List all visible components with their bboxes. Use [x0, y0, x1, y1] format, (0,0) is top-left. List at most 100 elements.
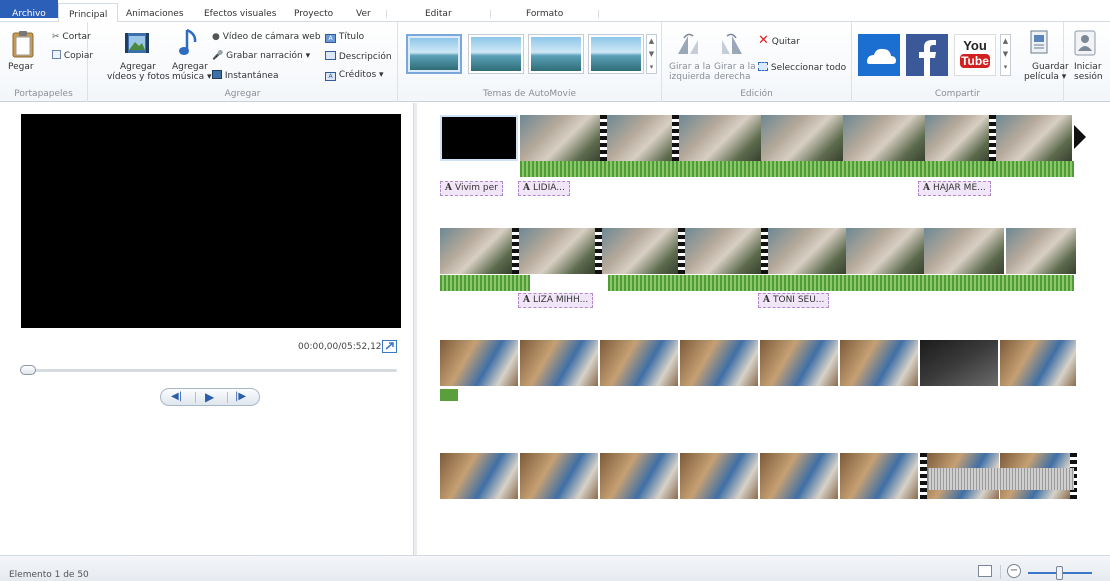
clip-thumbnail[interactable] — [843, 115, 925, 161]
save-movie-label-2[interactable]: película ▾ — [1024, 72, 1066, 82]
clip-thumbnail[interactable] — [679, 115, 761, 161]
record-narration-button[interactable]: 🎤 Grabar narración ▾ — [212, 51, 310, 61]
clip-thumbnail[interactable] — [1000, 340, 1076, 386]
automovie-theme-4[interactable] — [588, 34, 644, 74]
clip-thumbnail[interactable] — [925, 115, 991, 161]
clip-thumbnail[interactable] — [840, 340, 918, 386]
audio-track[interactable] — [440, 389, 458, 401]
tab-animations[interactable]: Animaciones — [126, 9, 184, 19]
clip-thumbnail[interactable] — [840, 453, 918, 499]
clip-thumbnail[interactable] — [600, 453, 678, 499]
clip-thumbnail[interactable] — [761, 115, 843, 161]
clip-thumbnail[interactable] — [600, 340, 678, 386]
caption-clip[interactable]: A LIZA MIHH... — [518, 293, 594, 308]
pane-splitter[interactable] — [413, 103, 417, 555]
tab-home[interactable]: Principal — [58, 3, 119, 23]
chevron-down-icon[interactable]: ▼ — [1001, 48, 1010, 61]
select-all-button[interactable]: Seleccionar todo — [758, 62, 846, 73]
facebook-icon[interactable] — [906, 34, 948, 76]
zoom-out-icon[interactable]: − — [1007, 564, 1021, 578]
tab-edit[interactable]: Editar — [425, 9, 452, 19]
clip-thumbnail[interactable] — [440, 115, 518, 161]
copy-button[interactable]: Copiar — [52, 50, 93, 61]
remove-button[interactable]: ✕ Quitar — [758, 34, 800, 47]
credits-button[interactable]: A Créditos ▾ — [325, 70, 384, 81]
gallery-scroll[interactable]: ▲ ▼ ▾ — [646, 34, 657, 74]
sign-in-label-1[interactable]: Iniciar — [1074, 62, 1102, 72]
tab-format[interactable]: Formato — [526, 9, 563, 19]
add-videos-photos-label-1[interactable]: Agregar — [120, 62, 156, 72]
snapshot-button[interactable]: Instantánea — [212, 70, 278, 81]
tab-project[interactable]: Proyecto — [294, 9, 333, 19]
previous-frame-icon[interactable]: ◀| — [171, 391, 182, 402]
gallery-expand-icon[interactable]: ▾ — [647, 61, 656, 74]
chevron-up-icon[interactable]: ▲ — [1001, 35, 1010, 48]
play-icon[interactable]: ▶ — [205, 390, 214, 404]
clip-thumbnail[interactable] — [685, 228, 761, 274]
cut-button[interactable]: ✂ Cortar — [52, 32, 91, 42]
rotate-left-label-2[interactable]: izquierda — [669, 72, 710, 82]
paste-icon[interactable] — [12, 30, 34, 61]
automovie-theme-3[interactable] — [528, 34, 584, 74]
automovie-theme-2[interactable] — [468, 34, 524, 74]
clip-thumbnail[interactable] — [760, 453, 838, 499]
music-note-icon[interactable] — [178, 28, 200, 61]
clip-thumbnail[interactable] — [520, 340, 598, 386]
caption-button[interactable]: Descripción — [325, 51, 392, 62]
caption-clip[interactable]: A HAJAR ME... — [918, 181, 991, 196]
chevron-up-icon[interactable]: ▲ — [647, 35, 656, 48]
title-button[interactable]: A Título — [325, 32, 364, 43]
clip-thumbnail[interactable] — [602, 228, 678, 274]
video-preview[interactable] — [21, 114, 401, 328]
clip-thumbnail[interactable] — [680, 453, 758, 499]
rotate-left-label-1[interactable]: Girar a la — [669, 62, 711, 72]
zoom-slider-thumb[interactable] — [1056, 566, 1063, 580]
clip-thumbnail[interactable] — [760, 340, 838, 386]
clip-thumbnail[interactable] — [520, 453, 598, 499]
tab-file[interactable]: Archivo — [0, 0, 58, 19]
tab-view[interactable]: Ver — [356, 9, 371, 19]
tab-visual-effects[interactable]: Efectos visuales — [204, 9, 276, 19]
caption-clip[interactable]: A Vivim per — [440, 181, 503, 196]
chevron-down-icon[interactable]: ▼ — [647, 48, 656, 61]
seek-bar[interactable] — [22, 369, 397, 372]
share-gallery-scroll[interactable]: ▲ ▼ ▾ — [1000, 34, 1011, 76]
webcam-video-button[interactable]: ● Vídeo de cámara web — [212, 32, 321, 42]
youtube-icon[interactable]: You Tube — [954, 34, 996, 76]
fullscreen-button[interactable] — [382, 340, 397, 353]
clip-thumbnail[interactable] — [440, 228, 512, 274]
user-icon[interactable] — [1074, 30, 1096, 59]
add-music-label-1[interactable]: Agregar — [172, 62, 208, 72]
rotate-right-icon[interactable] — [720, 32, 744, 59]
rotate-right-label-2[interactable]: derecha — [714, 72, 750, 82]
caption-clip[interactable]: A LIDIA... — [518, 181, 570, 196]
clip-thumbnail[interactable] — [1006, 228, 1076, 274]
clip-thumbnail[interactable] — [924, 228, 1004, 274]
storyboard-view-icon[interactable] — [978, 565, 992, 577]
add-videos-photos-label-2[interactable]: vídeos y fotos — [107, 72, 170, 82]
clip-thumbnail[interactable] — [519, 228, 595, 274]
rotate-left-icon[interactable] — [676, 32, 700, 59]
seek-thumb[interactable] — [20, 365, 36, 375]
clip-thumbnail[interactable] — [680, 340, 758, 386]
rotate-right-label-1[interactable]: Girar a la — [714, 62, 756, 72]
add-music-label-2[interactable]: música ▾ — [172, 72, 212, 82]
clip-thumbnail[interactable] — [768, 228, 846, 274]
save-movie-icon[interactable] — [1028, 30, 1050, 59]
gallery-expand-icon[interactable]: ▾ — [1001, 61, 1010, 74]
clip-thumbnail[interactable] — [996, 115, 1072, 161]
clip-thumbnail[interactable] — [520, 115, 602, 161]
caption-clip[interactable]: A TONI SEU... — [758, 293, 830, 308]
film-add-icon[interactable] — [124, 30, 150, 59]
audio-track[interactable] — [440, 275, 530, 291]
paste-button[interactable]: Pegar — [8, 62, 34, 72]
clip-thumbnail[interactable] — [846, 228, 924, 274]
clip-thumbnail[interactable] — [920, 340, 998, 386]
onedrive-icon[interactable] — [858, 34, 900, 76]
sign-in-label-2[interactable]: sesión — [1074, 72, 1103, 82]
audio-track[interactable] — [608, 275, 1074, 291]
clip-thumbnail[interactable] — [440, 340, 518, 386]
next-frame-icon[interactable]: |▶ — [235, 391, 246, 402]
automovie-theme-1[interactable] — [406, 34, 462, 74]
audio-track[interactable] — [520, 161, 1074, 177]
